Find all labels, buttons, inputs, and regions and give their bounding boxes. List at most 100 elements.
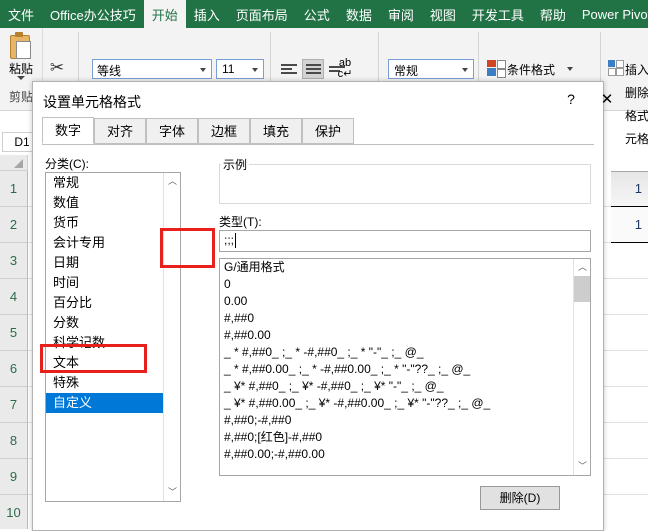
format-code-item[interactable]: 0 xyxy=(220,276,590,293)
conditional-format-icon[interactable] xyxy=(487,60,506,78)
font-size-combo[interactable]: 11 xyxy=(216,59,264,79)
ribbon-tab-3[interactable]: 插入 xyxy=(186,0,228,28)
format-code-item[interactable]: #,##0.00 xyxy=(220,327,590,344)
category-item[interactable]: 时间 xyxy=(46,273,180,293)
paste-dropdown-caret-icon[interactable] xyxy=(17,76,25,80)
chevron-down-icon[interactable] xyxy=(252,68,258,72)
ribbon-tab-5[interactable]: 公式 xyxy=(296,0,338,28)
row-header[interactable]: 10 xyxy=(0,495,28,529)
dialog-tab-4[interactable]: 填充 xyxy=(250,118,302,144)
chevron-down-icon[interactable] xyxy=(567,67,573,71)
format-code-item[interactable]: _ * #,##0_ ;_ * -#,##0_ ;_ * "-"_ ;_ @_ xyxy=(220,344,590,361)
format-code-item[interactable]: #,##0 xyxy=(220,310,590,327)
row-header[interactable]: 9 xyxy=(0,459,28,495)
cut-icon[interactable]: ✂ xyxy=(47,59,67,77)
format-code-item[interactable]: G/通用格式 xyxy=(220,259,590,276)
dialog-tab-0[interactable]: 数字 xyxy=(42,117,94,144)
category-item[interactable]: 特殊 xyxy=(46,373,180,393)
align-top-button[interactable] xyxy=(278,59,300,79)
category-items: 常规 数值 货币 会计专用 日期 时间 百分比 分数 科学记数 文本 特殊 自定义 xyxy=(46,173,180,413)
ribbon-tab-10[interactable]: 帮助 xyxy=(532,0,574,28)
ribbon-tab-6[interactable]: 数据 xyxy=(338,0,380,28)
dialog-tab-strip: 数字 对齐 字体 边框 填充 保护 xyxy=(42,117,594,145)
format-code-listbox[interactable]: G/通用格式 0 0.00 #,##0 #,##0.00 _ * #,##0_ ;_ * … xyxy=(219,258,591,476)
dialog-title: 设置单元格格式 xyxy=(43,94,141,110)
format-code-item[interactable]: 0.00 xyxy=(220,293,590,310)
ribbon-tab-strip: 文件 Office办公技巧 开始 插入 页面布局 公式 数据 审阅 视图 开发工具 帮助 Power … xyxy=(0,0,648,28)
category-scrollbar[interactable]: ︿ ﹀ xyxy=(163,173,180,501)
scroll-down-icon[interactable]: ﹀ xyxy=(574,458,590,475)
category-item[interactable]: 分数 xyxy=(46,313,180,333)
format-list-scrollbar[interactable]: ︿ ﹀ xyxy=(573,259,590,475)
format-code-item[interactable]: _ ¥* #,##0.00_ ;_ ¥* -#,##0.00_ ;_ ¥* "-… xyxy=(220,395,590,412)
delete-cells-button[interactable]: 删除 xyxy=(625,84,648,101)
delete-button[interactable]: 删除(D) xyxy=(480,486,560,510)
category-item[interactable]: 自定义 xyxy=(46,393,180,413)
format-cells-dialog: 设置单元格格式 ? ✕ 数字 对齐 字体 边框 填充 保护 分类(C): 常规 数值 货币 会计… xyxy=(32,81,613,531)
ribbon-separator xyxy=(270,32,271,88)
font-name-value: 等线 xyxy=(97,64,122,78)
sample-preview-box xyxy=(219,164,591,204)
category-listbox[interactable]: 常规 数值 货币 会计专用 日期 时间 百分比 分数 科学记数 文本 特殊 自定义 ︿ ﹀ xyxy=(45,172,181,502)
scroll-up-icon[interactable]: ︿ xyxy=(164,173,180,190)
format-code-item[interactable]: _ * #,##0.00_ ;_ * -#,##0.00_ ;_ * "-"??… xyxy=(220,361,590,378)
ribbon-tab-1[interactable]: Office办公技巧 xyxy=(42,0,144,28)
row-header[interactable]: 8 xyxy=(0,423,28,459)
insert-cells-icon[interactable] xyxy=(608,60,624,76)
text-cursor xyxy=(235,233,236,248)
ribbon-separator xyxy=(378,32,379,88)
ribbon-tab-2[interactable]: 开始 xyxy=(143,0,186,28)
scroll-down-icon[interactable]: ﹀ xyxy=(164,484,180,501)
type-label: 类型(T): xyxy=(219,215,262,229)
chevron-down-icon[interactable] xyxy=(462,68,468,72)
conditional-format-button[interactable]: 条件格式 xyxy=(507,61,555,78)
type-input[interactable]: ;;; xyxy=(219,230,591,252)
row-header[interactable]: 6 xyxy=(0,351,28,387)
font-name-combo[interactable]: 等线 xyxy=(92,59,212,79)
row-header[interactable]: 3 xyxy=(0,243,28,279)
select-all-corner[interactable] xyxy=(0,155,28,171)
paste-icon[interactable] xyxy=(8,32,31,59)
dialog-tab-5[interactable]: 保护 xyxy=(302,118,354,144)
format-code-item[interactable]: #,##0.00;-#,##0.00 xyxy=(220,446,590,463)
category-item[interactable]: 数值 xyxy=(46,193,180,213)
align-middle-button[interactable] xyxy=(302,59,324,79)
category-item[interactable]: 常规 xyxy=(46,173,180,193)
ribbon-tab-0[interactable]: 文件 xyxy=(0,0,42,28)
highlight-box-custom-category xyxy=(40,344,147,373)
format-code-item[interactable]: #,##0;[红色]-#,##0 xyxy=(220,429,590,446)
paste-button-label[interactable]: 粘贴 xyxy=(2,60,40,77)
ribbon-tab-11[interactable]: Power Pivot xyxy=(574,0,648,28)
category-item[interactable]: 百分比 xyxy=(46,293,180,313)
scrollbar-thumb[interactable] xyxy=(574,276,590,302)
scroll-up-icon[interactable]: ︿ xyxy=(574,259,590,276)
wrap-text-icon[interactable]: ab c↵ xyxy=(333,58,357,80)
format-code-item[interactable]: _ ¥* #,##0_ ;_ ¥* -#,##0_ ;_ ¥* "-"_ ;_ … xyxy=(220,378,590,395)
row-header[interactable]: 4 xyxy=(0,279,28,315)
ribbon-tab-4[interactable]: 页面布局 xyxy=(228,0,296,28)
format-code-items: G/通用格式 0 0.00 #,##0 #,##0.00 _ * #,##0_ ;_ * … xyxy=(220,259,590,463)
row-header[interactable]: 1 xyxy=(0,171,28,207)
ribbon-separator xyxy=(78,32,79,88)
cell-value[interactable]: 1 xyxy=(628,181,642,196)
dialog-tab-3[interactable]: 边框 xyxy=(198,118,250,144)
number-format-combo[interactable]: 常规 xyxy=(388,59,474,79)
close-icon[interactable]: ✕ xyxy=(596,90,618,110)
chevron-down-icon[interactable] xyxy=(200,68,206,72)
ribbon-separator xyxy=(600,32,601,88)
row-header[interactable]: 2 xyxy=(0,207,28,243)
dialog-tab-1[interactable]: 对齐 xyxy=(94,118,146,144)
row-header[interactable]: 7 xyxy=(0,387,28,423)
format-code-item[interactable]: #,##0;-#,##0 xyxy=(220,412,590,429)
ribbon-tab-7[interactable]: 审阅 xyxy=(380,0,422,28)
cell-value[interactable]: 1 xyxy=(628,217,642,232)
format-cells-button[interactable]: 格式 xyxy=(625,107,648,124)
row-header[interactable]: 5 xyxy=(0,315,28,351)
ribbon-tab-8[interactable]: 视图 xyxy=(422,0,464,28)
ribbon-tab-9[interactable]: 开发工具 xyxy=(464,0,532,28)
help-icon[interactable]: ? xyxy=(562,91,580,109)
dialog-tab-2[interactable]: 字体 xyxy=(146,118,198,144)
insert-cells-button[interactable]: 插入 xyxy=(625,61,648,78)
highlight-box-type-input xyxy=(160,228,215,268)
font-size-value: 11 xyxy=(222,62,235,76)
